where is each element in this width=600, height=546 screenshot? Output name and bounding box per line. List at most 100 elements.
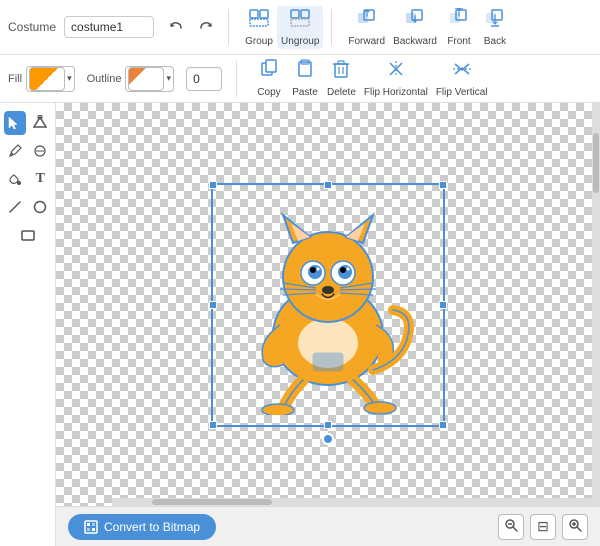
front-button[interactable]: Front [441,6,477,49]
convert-to-bitmap-button[interactable]: Convert to Bitmap [68,514,216,540]
undo-button[interactable] [162,13,190,41]
outline-color-picker[interactable]: ▾ [125,66,174,92]
fill-swatch [29,67,65,91]
handle-br[interactable] [439,421,447,429]
circle-tool-button[interactable] [30,195,52,219]
eraser-tool-button[interactable] [30,139,52,163]
costume-name-input[interactable] [64,16,154,38]
ungroup-label: Ungroup [281,36,319,47]
line-tool-button[interactable] [4,195,26,219]
paste-icon [294,59,316,85]
copy-icon [258,59,280,85]
delete-button[interactable]: Delete [323,57,360,100]
front-label: Front [447,36,470,47]
handle-bl[interactable] [209,421,217,429]
handle-mr[interactable] [439,301,447,309]
handle-tr[interactable] [439,181,447,189]
zoom-controls: ⊟ [498,514,588,540]
layer-section: Forward Backward Front Back [344,6,513,49]
convert-label: Convert to Bitmap [104,520,200,534]
delete-icon [330,59,352,85]
tool-row-3: T [4,167,51,191]
outline-arrow: ▾ [166,73,171,84]
fill-label: Fill [8,73,22,85]
tool-row-2 [4,139,51,163]
toolbar-row2: Fill ▾ Outline ▾ Copy Paste [0,55,600,103]
redo-button[interactable] [192,13,220,41]
vertical-scrollbar-thumb[interactable] [593,133,599,193]
back-button[interactable]: Back [477,6,513,49]
tool-row-4 [4,195,51,219]
outline-swatch [128,67,164,91]
fill-tool-button[interactable] [4,167,26,191]
flip-v-icon [451,59,473,85]
back-icon [484,8,506,34]
tool-row-1 [4,111,51,135]
forward-icon [356,8,378,34]
handle-tl[interactable] [209,181,217,189]
backward-label: Backward [393,36,437,47]
bottom-bar: Convert to Bitmap ⊟ [56,506,600,546]
separator3 [236,61,237,97]
vertical-scrollbar[interactable] [592,103,600,506]
flip-h-label: Flip Horizontal [364,87,428,98]
fill-group: Fill ▾ Outline ▾ [8,66,222,92]
group-icon [248,8,270,34]
reshape-tool-button[interactable] [30,111,52,135]
horizontal-scrollbar-thumb[interactable] [152,499,272,505]
text-tool-button[interactable]: T [30,167,52,191]
zoom-out-icon [504,518,518,535]
tool-row-5 [4,223,51,247]
handle-tc[interactable] [324,181,332,189]
flip-h-icon [385,59,407,85]
copy-label: Copy [257,87,280,98]
cat-svg [228,195,428,415]
zoom-in-button[interactable] [562,514,588,540]
backward-icon [404,8,426,34]
backward-button[interactable]: Backward [389,6,441,49]
ungroup-icon [289,8,311,34]
canvas-content [56,103,600,506]
flip-v-label: Flip Vertical [436,87,488,98]
canvas-area[interactable]: Convert to Bitmap ⊟ [56,103,600,546]
group-label: Group [245,36,273,47]
zoom-reset-button[interactable]: ⊟ [530,514,556,540]
flip-v-button[interactable]: Flip Vertical [432,57,492,100]
arrange-section: Group Ungroup [241,6,323,49]
toolbar-row1: Costume Group Ungroup Fo [0,0,600,55]
handle-ml[interactable] [209,301,217,309]
rect-tool-button[interactable] [16,223,40,247]
group-button[interactable]: Group [241,6,277,49]
fill-color-picker[interactable]: ▾ [26,66,75,92]
selection-box[interactable] [211,183,445,427]
handle-bc[interactable] [324,421,332,429]
outline-size-input[interactable] [186,67,222,91]
flip-h-button[interactable]: Flip Horizontal [360,57,432,100]
separator2 [331,9,332,45]
bitmap-icon [84,520,98,534]
outline-label: Outline [87,73,122,85]
paste-button[interactable]: Paste [287,57,323,100]
edit-section: Copy Paste Delete Flip Horizontal Flip V… [251,57,492,100]
zoom-out-button[interactable] [498,514,524,540]
separator1 [228,9,229,45]
back-label: Back [484,36,506,47]
forward-label: Forward [348,36,385,47]
main-area: T [0,103,600,546]
costume-label: Costume [8,20,56,34]
ungroup-button[interactable]: Ungroup [277,6,323,49]
delete-label: Delete [327,87,356,98]
horizontal-scrollbar[interactable] [112,498,592,506]
forward-button[interactable]: Forward [344,6,389,49]
zoom-in-icon [568,518,582,535]
undo-redo-group [162,13,220,41]
select-tool-button[interactable] [4,111,26,135]
copy-button[interactable]: Copy [251,57,287,100]
pencil-tool-button[interactable] [4,139,26,163]
front-icon [448,8,470,34]
tool-panel: T [0,103,56,546]
cat-sprite [213,185,443,425]
rotate-handle[interactable] [322,433,334,445]
zoom-reset-icon: ⊟ [537,518,549,535]
paste-label: Paste [292,87,318,98]
